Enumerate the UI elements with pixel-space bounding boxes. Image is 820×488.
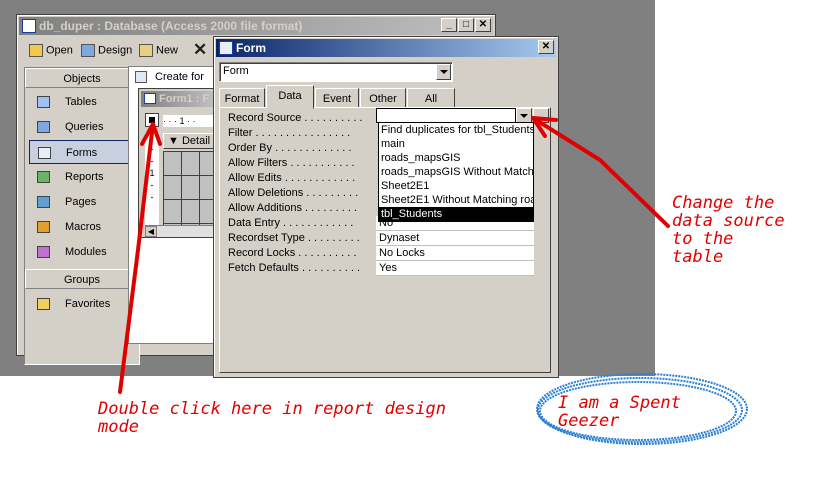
list-item[interactable]: Sheet2E1 bbox=[379, 179, 533, 193]
properties-titlebar[interactable]: Form bbox=[216, 39, 556, 57]
record-source-dropdown-list: Find duplicates for tbl_Students main ro… bbox=[378, 122, 534, 222]
folder-icon bbox=[29, 44, 43, 57]
prop-label-record-source: Record Source . . . . . . . . . . bbox=[228, 112, 363, 124]
maximize-button[interactable]: □ bbox=[458, 18, 474, 32]
tab-other[interactable]: Other bbox=[360, 88, 406, 108]
prop-label-filter: Filter . . . . . . . . . . . . . . . . bbox=[228, 127, 351, 139]
properties-icon bbox=[219, 41, 233, 55]
list-item[interactable]: main bbox=[379, 137, 533, 151]
prop-label-allow-edits: Allow Edits . . . . . . . . . . . . bbox=[228, 172, 356, 184]
list-item[interactable]: Find duplicates for tbl_Students bbox=[379, 123, 533, 137]
objects-item-modules[interactable]: Modules bbox=[29, 240, 135, 264]
macro-icon bbox=[37, 221, 50, 233]
detail-section-bar[interactable]: ▼ Detail bbox=[163, 133, 219, 149]
form-selector-marker bbox=[149, 117, 155, 123]
prop-value-fetch-defaults[interactable]: Yes bbox=[376, 261, 534, 276]
table-icon bbox=[37, 96, 50, 108]
module-icon bbox=[37, 246, 50, 258]
delete-button[interactable]: ✕ bbox=[193, 40, 207, 60]
open-button[interactable]: Open bbox=[29, 44, 73, 57]
new-icon bbox=[139, 44, 153, 57]
list-item[interactable]: roads_mapsGIS bbox=[379, 151, 533, 165]
list-item[interactable]: roads_mapsGIS Without Matching bbox=[379, 165, 533, 179]
objects-item-pages[interactable]: Pages bbox=[29, 190, 135, 214]
object-selector[interactable]: Form bbox=[219, 62, 453, 82]
report-icon bbox=[37, 171, 50, 183]
database-window-title: db_duper : Database (Access 2000 file fo… bbox=[39, 19, 303, 33]
objects-item-queries[interactable]: Queries bbox=[29, 115, 135, 139]
form-icon bbox=[38, 147, 51, 159]
objects-item-forms[interactable]: Forms bbox=[29, 140, 135, 164]
objects-item-reports[interactable]: Reports bbox=[29, 165, 135, 189]
prop-label-fetch-defaults: Fetch Defaults . . . . . . . . . . bbox=[228, 262, 361, 274]
database-icon bbox=[22, 19, 36, 33]
groups-header[interactable]: Groups bbox=[25, 269, 139, 289]
minimize-button[interactable]: _ bbox=[441, 18, 457, 32]
form1-design-window: Form1 : F · · · 1 · · ▼ Detail --1-- ◀ bbox=[138, 88, 219, 238]
list-item-selected[interactable]: tbl_Students bbox=[379, 207, 533, 221]
chevron-down-icon bbox=[520, 114, 528, 118]
prop-value-record-locks[interactable]: No Locks bbox=[376, 246, 534, 261]
section-arrow-icon: ▼ bbox=[168, 135, 179, 147]
prop-label-data-entry: Data Entry . . . . . . . . . . . . bbox=[228, 217, 354, 229]
objects-item-tables[interactable]: Tables bbox=[29, 90, 135, 114]
tab-all[interactable]: All bbox=[407, 88, 455, 108]
database-window-titlebar[interactable]: db_duper : Database (Access 2000 file fo… bbox=[19, 17, 493, 35]
objects-header[interactable]: Objects bbox=[25, 68, 139, 88]
objects-item-macros[interactable]: Macros bbox=[29, 215, 135, 239]
close-button[interactable]: ✕ bbox=[475, 18, 491, 32]
prop-label-allow-additions: Allow Additions . . . . . . . . . bbox=[228, 202, 357, 214]
new-button[interactable]: New bbox=[139, 44, 178, 57]
prop-label-allow-deletions: Allow Deletions . . . . . . . . . bbox=[228, 187, 359, 199]
form-icon bbox=[144, 93, 156, 104]
horizontal-ruler: · · · 1 · · bbox=[163, 115, 217, 127]
design-grid[interactable] bbox=[163, 151, 219, 225]
design-button[interactable]: Design bbox=[81, 44, 132, 57]
record-source-dropdown-button[interactable] bbox=[516, 108, 532, 123]
page-icon bbox=[37, 196, 50, 208]
record-source-field[interactable] bbox=[376, 108, 516, 123]
scroll-left-icon[interactable]: ◀ bbox=[145, 226, 157, 237]
annotation-signature: I am a Spent Geezer bbox=[558, 393, 681, 431]
wizard-icon bbox=[135, 71, 147, 84]
form-selector-box[interactable] bbox=[145, 113, 159, 127]
properties-title: Form bbox=[236, 41, 266, 55]
vertical-ruler: --1-- bbox=[145, 133, 159, 225]
groups-item-favorites[interactable]: Favorites bbox=[29, 292, 135, 316]
form1-titlebar[interactable]: Form1 : F bbox=[141, 91, 215, 107]
tab-event[interactable]: Event bbox=[315, 88, 359, 108]
properties-close-button[interactable]: ✕ bbox=[538, 40, 554, 54]
prop-label-recordset-type: Recordset Type . . . . . . . . . bbox=[228, 232, 360, 244]
prop-label-allow-filters: Allow Filters . . . . . . . . . . . bbox=[228, 157, 355, 169]
chevron-down-icon[interactable] bbox=[436, 64, 451, 80]
annotation-double-click: Double click here in report design mode bbox=[98, 399, 446, 437]
prop-label-record-locks: Record Locks . . . . . . . . . . bbox=[228, 247, 357, 259]
prop-value-recordset-type[interactable]: Dynaset bbox=[376, 231, 534, 246]
record-source-builder-button[interactable]: … bbox=[533, 108, 549, 123]
prop-label-order-by: Order By . . . . . . . . . . . . . bbox=[228, 142, 352, 154]
objects-bar: Objects Tables Queries Forms Reports Pag… bbox=[24, 67, 140, 365]
create-form-item[interactable]: Create for bbox=[135, 71, 204, 84]
tab-format[interactable]: Format bbox=[219, 88, 265, 108]
horizontal-scrollbar[interactable]: ◀ bbox=[145, 225, 219, 237]
favorites-icon bbox=[37, 298, 50, 310]
tab-data[interactable]: Data bbox=[266, 85, 314, 109]
annotation-change-source: Change the data source to the table bbox=[672, 193, 785, 267]
design-icon bbox=[81, 44, 95, 57]
query-icon bbox=[37, 121, 50, 133]
list-item[interactable]: Sheet2E1 Without Matching roa bbox=[379, 193, 533, 207]
